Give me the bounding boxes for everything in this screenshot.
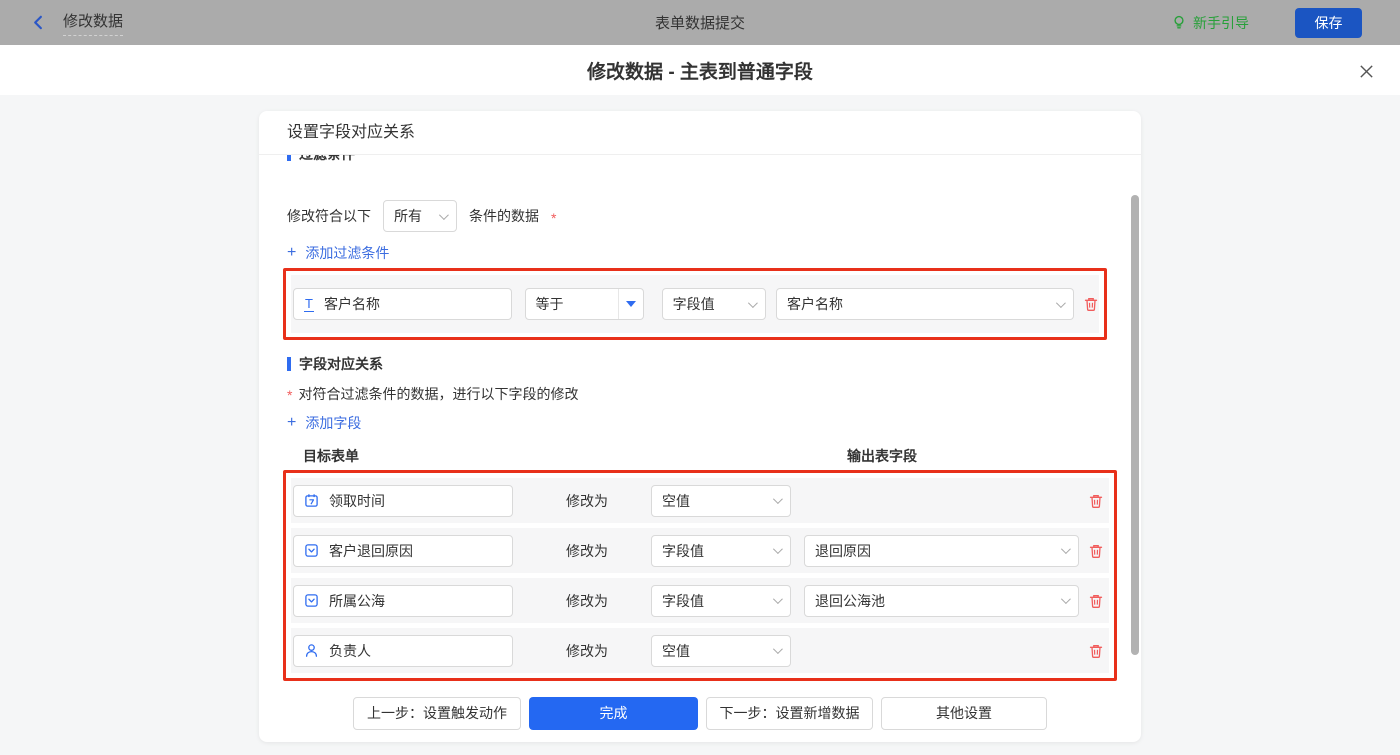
chevron-down-icon: [1060, 544, 1071, 555]
chevron-down-icon: [748, 297, 758, 308]
required-mark: *: [551, 210, 557, 226]
dropdown-field-icon: [304, 593, 319, 608]
match-suffix-label: 条件的数据: [469, 208, 539, 224]
dialog-body: 设置字段对应关系 过滤条件 修改符合以下 所有 条件的数据 * + 添加过滤条: [0, 95, 1400, 755]
modify-label: 修改为: [566, 642, 608, 659]
modify-type-select[interactable]: 字段值: [651, 534, 791, 567]
target-form-column-header: 目标表单: [303, 448, 359, 464]
trash-icon[interactable]: [1088, 643, 1104, 659]
value-select[interactable]: 客户名称: [776, 288, 1074, 320]
modify-label: 修改为: [566, 492, 608, 509]
chevron-down-icon: [772, 544, 783, 555]
back-chevron-icon: [30, 14, 47, 31]
filter-highlight-box: T 客户名称 等于 字段值 客户名称: [283, 268, 1107, 340]
prev-step-button[interactable]: 上一步：设置触发动作: [353, 696, 521, 730]
mapping-row: 领取时间 修改为 空值: [291, 478, 1109, 523]
chevron-down-icon: [438, 209, 449, 220]
trash-icon[interactable]: [1083, 296, 1099, 312]
chevron-down-icon: [772, 644, 783, 655]
dialog-title: 修改数据 - 主表到普通字段: [587, 61, 813, 83]
section-bar: [287, 357, 291, 371]
settings-card: 设置字段对应关系 过滤条件 修改符合以下 所有 条件的数据 * + 添加过滤条: [259, 111, 1141, 742]
match-prefix-label: 修改符合以下: [287, 208, 371, 224]
match-condition-row: 修改符合以下 所有 条件的数据 *: [287, 200, 1141, 232]
card-footer: 上一步：设置触发动作 完成 下一步：设置新增数据 其他设置: [259, 684, 1141, 742]
mapping-row: 负责人 修改为 空值: [291, 628, 1109, 673]
mapping-description: * 对符合过滤条件的数据，进行以下字段的修改: [287, 386, 579, 403]
column-headers: 目标表单 输出表字段: [287, 446, 1141, 464]
done-button[interactable]: 完成: [529, 696, 698, 730]
mapping-section-title: 字段对应关系: [287, 354, 1141, 374]
modify-type-select[interactable]: 字段值: [651, 584, 791, 617]
modify-type-select[interactable]: 空值: [651, 634, 791, 667]
target-field-input[interactable]: 所属公海: [293, 584, 513, 617]
mapping-row: 所属公海 修改为 字段值 退回公海池: [291, 578, 1109, 623]
chevron-down-icon: [1055, 297, 1066, 308]
operator-select[interactable]: 等于: [524, 288, 644, 320]
plus-icon: +: [287, 414, 297, 431]
scroll-area: 过滤条件 修改符合以下 所有 条件的数据 * + 添加过滤条件: [259, 155, 1141, 684]
output-field-select[interactable]: 退回原因: [804, 534, 1079, 567]
back-button[interactable]: 修改数据: [30, 10, 124, 36]
topbar: 修改数据 表单数据提交 新手引导 保存: [0, 0, 1400, 45]
triangle-down-icon: [617, 289, 643, 319]
dialog-header: 修改数据 - 主表到普通字段: [0, 45, 1400, 95]
output-field-select[interactable]: 退回公海池: [804, 584, 1079, 617]
chevron-down-icon: [772, 494, 783, 505]
section-bar: [287, 155, 291, 161]
modify-label: 修改为: [566, 592, 608, 609]
add-field-link[interactable]: + 添加字段: [287, 414, 361, 432]
calendar-icon: [304, 493, 319, 508]
modify-label: 修改为: [566, 542, 608, 559]
value-type-select[interactable]: 字段值: [661, 288, 767, 320]
plus-icon: +: [287, 244, 297, 261]
dropdown-field-icon: [304, 543, 319, 558]
text-field-icon: T: [304, 295, 314, 312]
output-field-column-header: 输出表字段: [847, 448, 917, 464]
close-icon[interactable]: [1356, 61, 1376, 81]
chevron-down-icon: [772, 594, 783, 605]
next-step-button[interactable]: 下一步：设置新增数据: [706, 696, 873, 730]
mapping-row: 客户退回原因 修改为 字段值 退回原因: [291, 528, 1109, 573]
filter-field-input[interactable]: T 客户名称: [293, 288, 512, 320]
user-icon: [304, 643, 319, 658]
filter-condition-row: T 客户名称 等于 字段值 客户名称: [291, 275, 1099, 333]
add-filter-link[interactable]: + 添加过滤条件: [287, 244, 389, 262]
trash-icon[interactable]: [1088, 493, 1104, 509]
modify-type-select[interactable]: 空值: [651, 484, 791, 517]
chevron-down-icon: [1060, 594, 1071, 605]
scrollbar-thumb[interactable]: [1131, 195, 1139, 655]
save-button[interactable]: 保存: [1295, 7, 1362, 38]
back-label[interactable]: 修改数据: [63, 10, 124, 36]
card-title: 设置字段对应关系: [259, 111, 1141, 155]
match-mode-select[interactable]: 所有: [383, 200, 457, 232]
trash-icon[interactable]: [1088, 593, 1104, 609]
target-field-input[interactable]: 负责人: [293, 634, 513, 667]
target-field-input[interactable]: 客户退回原因: [293, 534, 513, 567]
target-field-input[interactable]: 领取时间: [293, 484, 513, 517]
guide-label: 新手引导: [1193, 14, 1249, 31]
filter-section-title: 过滤条件: [287, 155, 1141, 164]
other-settings-button[interactable]: 其他设置: [881, 696, 1047, 730]
required-mark: *: [287, 387, 293, 403]
lightbulb-icon: [1171, 14, 1187, 31]
guide-button[interactable]: 新手引导: [1171, 13, 1249, 33]
trash-icon[interactable]: [1088, 543, 1104, 559]
mapping-highlight-box: 领取时间 修改为 空值 客户退回原因 修改为 字段值 退回原因 所属公海 修改为…: [283, 470, 1117, 681]
